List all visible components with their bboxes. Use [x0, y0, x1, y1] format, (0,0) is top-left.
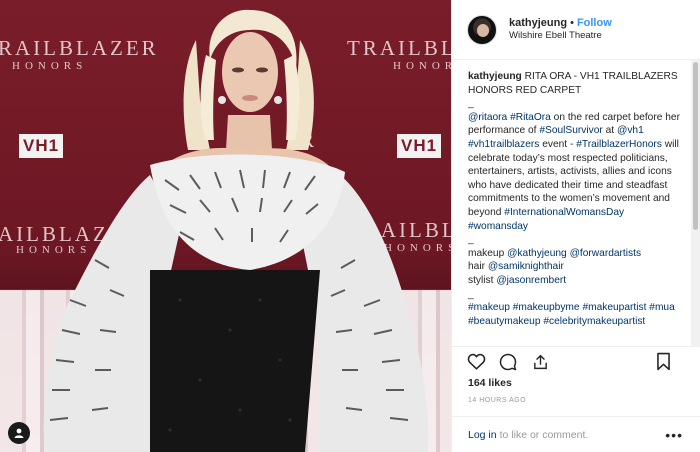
share-icon[interactable]	[530, 352, 550, 372]
bookmark-icon[interactable]	[653, 352, 673, 372]
heart-icon[interactable]	[466, 352, 486, 372]
caption-username[interactable]: kathyjeung	[468, 71, 522, 82]
credit-hair: hair @samiknighthair	[468, 260, 685, 274]
comment-icon[interactable]	[498, 352, 518, 372]
mention-link[interactable]: @samiknighthair	[488, 261, 564, 272]
likes-count[interactable]: 164 likes	[468, 377, 512, 389]
post-header: kathyjeung • Follow Wilshire Ebell Theatre	[452, 0, 700, 60]
credit-label: stylist	[468, 274, 494, 286]
credit-makeup: makeup @kathyjeung @forwardartists	[468, 247, 685, 261]
hashtag-link[interactable]: #womansday	[468, 221, 528, 232]
hashtag-link[interactable]: #TrailblazerHonors	[576, 139, 662, 150]
person-figure	[43, 9, 429, 452]
location-link[interactable]: Wilshire Ebell Theatre	[509, 30, 612, 42]
hashtag-link[interactable]: #RitaOra	[510, 112, 551, 123]
mention-link[interactable]: @jasonrembert	[496, 275, 566, 286]
hashtag-link[interactable]: #celebritymakeupartist	[543, 316, 645, 327]
caption-scrollbar[interactable]	[691, 60, 700, 346]
hashtag-link[interactable]: #SoulSurvivor	[539, 125, 602, 136]
scrollbar-thumb[interactable]	[693, 62, 698, 230]
hashtag-block: #makeup #makeupbyme #makeupartist #mua #…	[468, 301, 685, 328]
caption-area: kathyjeung RITA ORA - VH1 TRAILBLAZERS H…	[452, 60, 691, 346]
caption-separator: _	[468, 234, 474, 246]
hashtag-link[interactable]: #makeupartist	[582, 302, 646, 313]
mention-link[interactable]: @vh1	[617, 125, 644, 136]
mention-link[interactable]: @forwardartists	[570, 248, 641, 259]
caption-title: kathyjeung RITA ORA - VH1 TRAILBLAZERS H…	[468, 70, 685, 97]
separator-dot: •	[570, 17, 574, 30]
hashtag-link[interactable]: #mua	[649, 302, 674, 313]
post-photo[interactable]: RAILBLAZER HONORS TRAILBLA HONOR AILBLAZ…	[0, 0, 451, 452]
avatar[interactable]	[467, 14, 497, 45]
post-sidebar: kathyjeung • Follow Wilshire Ebell Theatre…	[451, 0, 700, 452]
caption-text: at	[605, 125, 615, 137]
credit-label: makeup	[468, 247, 505, 259]
hashtag-link[interactable]: #beautymakeup	[468, 316, 541, 327]
login-prompt: Log in to like or comment. •••	[452, 416, 700, 452]
hashtag-link[interactable]: #makeupbyme	[513, 302, 580, 313]
credit-stylist: stylist @jasonrembert	[468, 274, 685, 288]
follow-button[interactable]: Follow	[577, 17, 612, 29]
tagged-people-icon[interactable]	[8, 422, 30, 444]
login-text: to like or comment.	[499, 428, 589, 441]
caption-separator: _	[468, 288, 474, 300]
caption-body: @ritaora #RitaOra on the red carpet befo…	[468, 111, 685, 233]
post-timestamp: 14 HOURS AGO	[468, 397, 527, 404]
username-link[interactable]: kathyjeung	[509, 17, 567, 29]
mention-link[interactable]: @kathyjeung	[507, 248, 567, 259]
caption-text: event -	[542, 138, 574, 150]
hashtag-link[interactable]: #InternationalWomansDay	[504, 207, 624, 218]
hashtag-link[interactable]: #vh1trailblazers	[468, 139, 539, 150]
more-options-icon[interactable]: •••	[665, 427, 683, 443]
credit-label: hair	[468, 261, 485, 273]
action-bar	[452, 346, 700, 376]
mention-link[interactable]: @ritaora	[468, 112, 507, 123]
caption-separator: _	[468, 98, 474, 110]
hashtag-link[interactable]: #makeup	[468, 302, 510, 313]
login-link[interactable]: Log in	[468, 429, 497, 441]
